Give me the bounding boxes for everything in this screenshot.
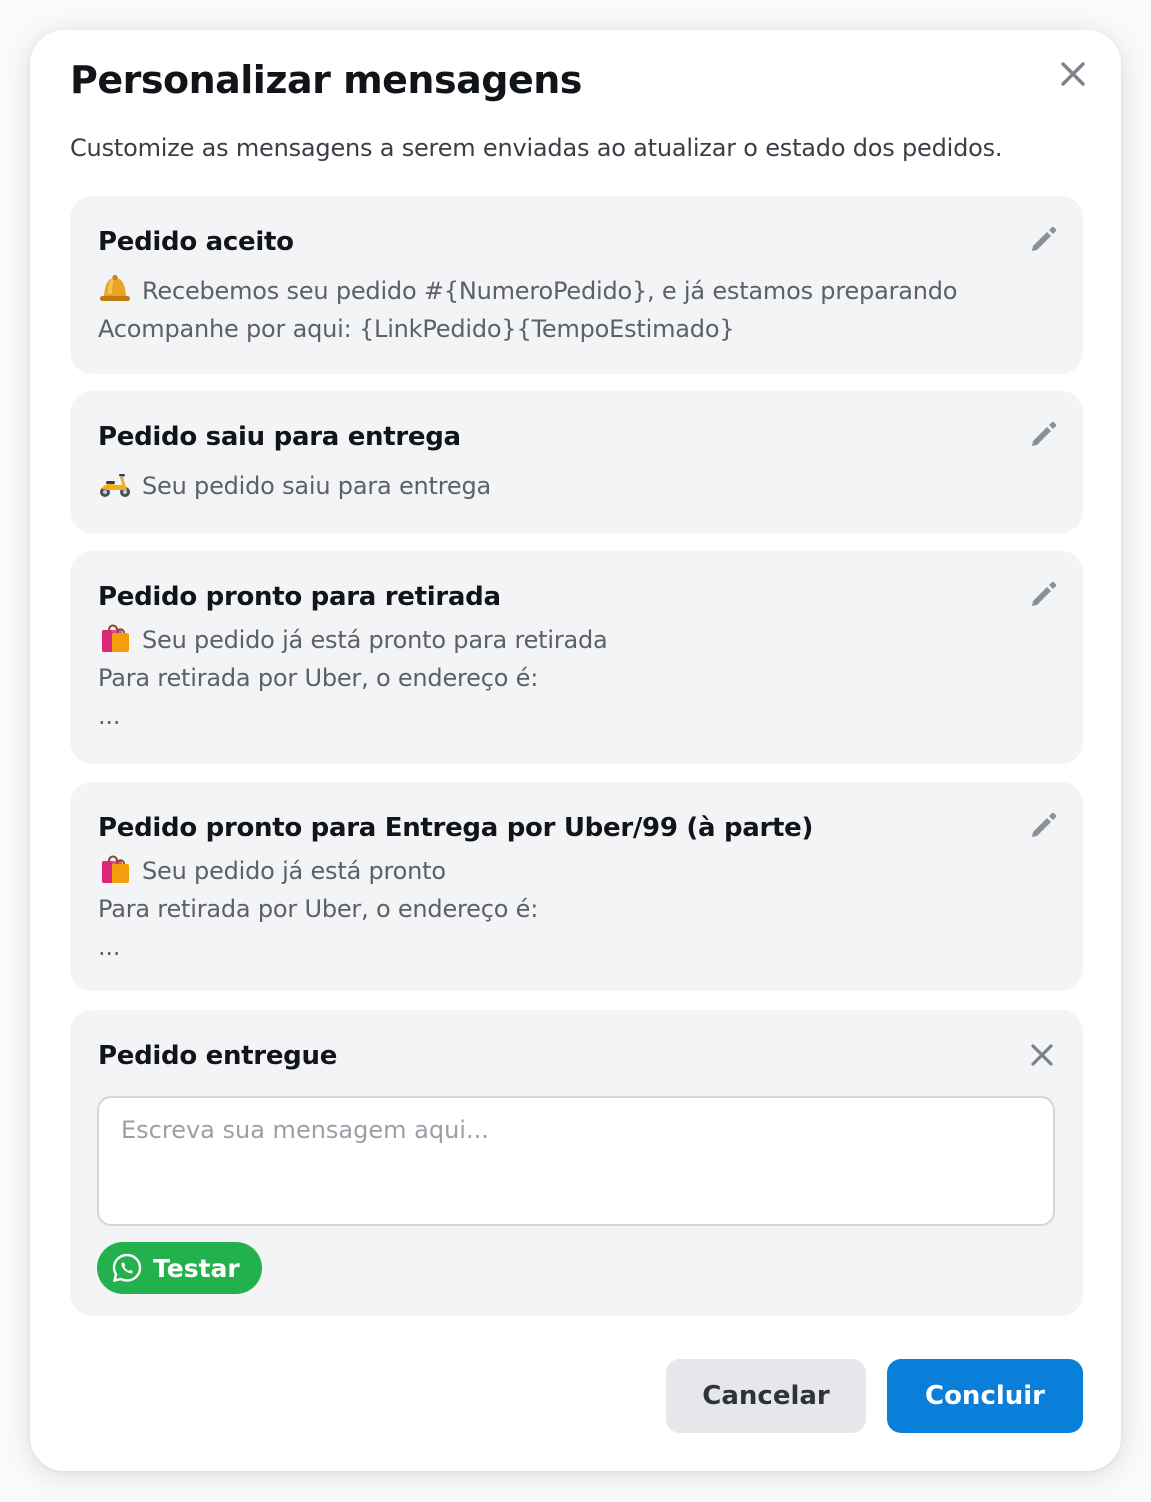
edit-message-button[interactable] <box>1025 808 1061 844</box>
close-icon <box>1061 62 1085 86</box>
shopping-bags-icon <box>102 855 129 883</box>
card-title: Pedido pronto para Entrega por Uber/99 (… <box>98 813 814 843</box>
card-message-line: Seu pedido saiu para entrega <box>142 472 491 500</box>
message-card-ready-for-uber-delivery: Pedido pronto para Entrega por Uber/99 (… <box>70 782 1083 991</box>
pencil-icon <box>1032 421 1057 446</box>
card-message-preview: Seu pedido saiu para entrega <box>98 467 1055 505</box>
card-message-line: ... <box>98 702 121 730</box>
pencil-icon <box>1032 226 1057 251</box>
pencil-icon <box>1032 812 1057 837</box>
card-message-line: Para retirada por Uber, o endereço é: <box>98 664 539 692</box>
card-message-line: Acompanhe por aqui: {LinkPedido}{TempoEs… <box>98 315 735 343</box>
message-card-out-for-delivery: Pedido saiu para entrega Seu pedido saiu… <box>70 391 1083 533</box>
test-message-button[interactable]: Testar <box>97 1242 262 1294</box>
card-title: Pedido aceito <box>98 227 294 257</box>
test-button-label: Testar <box>153 1253 240 1283</box>
card-message-preview: Seu pedido já está pronto para retirada … <box>98 621 1055 735</box>
dialog-title: Personalizar mensagens <box>70 58 582 102</box>
card-title: Pedido pronto para retirada <box>98 582 501 612</box>
edit-message-button[interactable] <box>1025 417 1061 453</box>
confirm-button[interactable]: Concluir <box>887 1359 1083 1433</box>
card-message-line: Recebemos seu pedido #{NumeroPedido}, e … <box>142 277 958 305</box>
whatsapp-icon <box>112 1253 142 1283</box>
close-icon <box>1031 1044 1053 1066</box>
edit-message-button[interactable] <box>1025 577 1061 613</box>
scooter-icon <box>100 474 130 497</box>
dialog-subtitle: Customize as mensagens a serem enviadas … <box>70 134 1003 162</box>
shopping-bags-icon <box>102 624 129 652</box>
card-message-preview: Seu pedido já está pronto Para retirada … <box>98 852 1055 966</box>
card-message-line: Seu pedido já está pronto para retirada <box>142 626 608 654</box>
edit-message-button[interactable] <box>1025 222 1061 258</box>
card-message-line: Para retirada por Uber, o endereço é: <box>98 895 539 923</box>
personalize-messages-dialog: Personalizar mensagens Customize as mens… <box>30 30 1121 1471</box>
card-message-line: Seu pedido já está pronto <box>142 857 446 885</box>
cancel-edit-button[interactable] <box>1025 1038 1059 1072</box>
message-input[interactable] <box>97 1096 1055 1226</box>
close-dialog-button[interactable] <box>1055 56 1091 92</box>
card-title: Pedido saiu para entrega <box>98 422 461 452</box>
message-card-delivered: Pedido entregue Testar <box>70 1010 1083 1316</box>
cancel-button[interactable]: Cancelar <box>666 1359 866 1433</box>
pencil-icon <box>1032 581 1057 606</box>
card-title: Pedido entregue <box>98 1041 338 1071</box>
bell-icon <box>100 274 130 301</box>
message-card-accepted: Pedido aceito Recebemos seu pedido #{Num… <box>70 196 1083 374</box>
card-message-preview: Recebemos seu pedido #{NumeroPedido}, e … <box>98 272 1055 348</box>
message-card-ready-for-pickup: Pedido pronto para retirada Seu pedido j… <box>70 551 1083 764</box>
card-message-line: ... <box>98 933 121 961</box>
